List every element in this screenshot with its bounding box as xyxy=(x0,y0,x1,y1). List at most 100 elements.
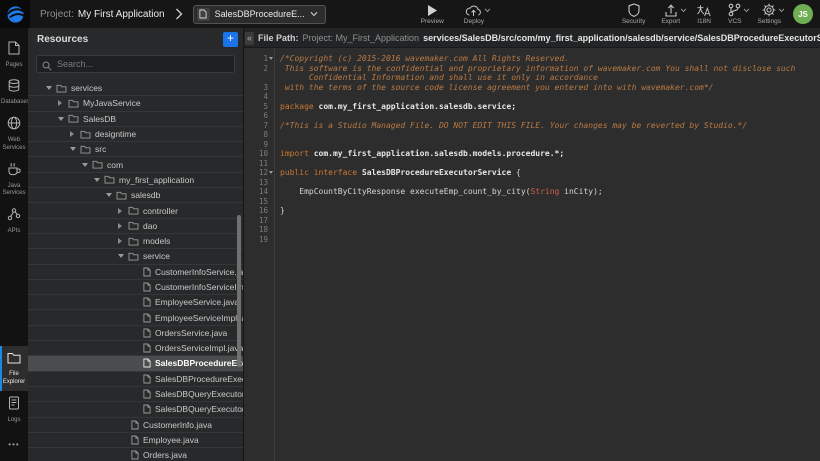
collapse-panel-button[interactable]: « xyxy=(245,32,254,45)
code-line[interactable]: 2 This software is the confidential and … xyxy=(244,64,820,74)
folder-icon xyxy=(128,237,139,246)
project-label: Project: xyxy=(40,9,74,20)
code-line[interactable]: 6 xyxy=(244,111,820,121)
fold-arrow-icon[interactable] xyxy=(269,171,273,174)
action-label: Preview xyxy=(421,18,444,25)
line-number: 13 xyxy=(244,178,268,188)
folder-icon xyxy=(80,145,91,154)
code-line[interactable]: 12public interface SalesDBProcedureExecu… xyxy=(244,168,820,178)
tree-item-ordersserviceimpl-java[interactable]: OrdersServiceImpl.java xyxy=(28,341,243,356)
code-line[interactable]: 19 xyxy=(244,235,820,245)
code-area[interactable]: 1/*Copyright (c) 2015-2016 wavemaker.com… xyxy=(244,48,820,461)
tree-item-label: my_first_application xyxy=(119,175,194,185)
code-line[interactable]: 8 xyxy=(244,130,820,140)
sidebar-item-apis[interactable]: APIs xyxy=(0,202,28,240)
tree-item-employeeserviceimpl-java[interactable]: EmployeeServiceImpl.java xyxy=(28,310,243,325)
code-line[interactable]: 10import com.my_first_application.salesd… xyxy=(244,149,820,159)
tree-item-customerinfo-java[interactable]: CustomerInfo.java xyxy=(28,418,243,433)
sidebar-item-file-explorer[interactable]: File Explorer xyxy=(0,346,28,390)
tree-item-orders-java[interactable]: Orders.java xyxy=(28,448,243,461)
settings-button[interactable]: Settings xyxy=(758,3,782,25)
tree-item-salesdb[interactable]: salesdb xyxy=(28,188,243,203)
sidebar-item-web-services[interactable]: Web Services xyxy=(0,111,28,156)
code-line[interactable]: 1/*Copyright (c) 2015-2016 wavemaker.com… xyxy=(244,54,820,64)
line-number: 4 xyxy=(244,92,268,102)
i18n-button[interactable]: I18N xyxy=(696,3,712,25)
code-line[interactable]: 4 xyxy=(244,92,820,102)
folder-icon xyxy=(92,160,103,169)
tree-item-controller[interactable]: controller xyxy=(28,203,243,218)
code-line[interactable]: 9 xyxy=(244,140,820,150)
topbar-actions-left: Preview Deploy xyxy=(421,3,484,25)
user-avatar[interactable]: JS xyxy=(793,4,813,24)
sidebar-item-logs[interactable]: Logs xyxy=(0,391,28,429)
tree-item-salesdb[interactable]: SalesDB xyxy=(28,112,243,127)
line-number: 14 xyxy=(244,187,268,197)
code-line[interactable]: Confidential Information and shall use i… xyxy=(244,73,820,83)
tree-scrollbar[interactable] xyxy=(237,215,241,367)
code-line[interactable]: 18 xyxy=(244,225,820,235)
tree-item-com[interactable]: com xyxy=(28,157,243,172)
sidebar-item-databases[interactable]: Databases xyxy=(0,74,28,111)
fold-arrow-icon[interactable] xyxy=(269,57,273,60)
code-line[interactable]: 11 xyxy=(244,159,820,169)
tree-item-employeeservice-java[interactable]: EmployeeService.java xyxy=(28,295,243,310)
expand-arrow-icon[interactable] xyxy=(118,238,128,244)
wavemaker-logo[interactable] xyxy=(0,0,30,28)
collapse-arrow-icon[interactable] xyxy=(118,254,128,258)
tree-item-ordersservice-java[interactable]: OrdersService.java xyxy=(28,326,243,341)
tree-item-employee-java[interactable]: Employee.java xyxy=(28,433,243,448)
code-line[interactable]: 13 xyxy=(244,178,820,188)
tree-item-salesdbprocedureexecutorservice-java[interactable]: SalesDBProcedureExecutorService.java xyxy=(28,356,243,371)
expand-arrow-icon[interactable] xyxy=(70,131,80,137)
left-sidebar: PagesDatabasesWeb ServicesJava ServicesA… xyxy=(0,28,28,461)
expand-arrow-icon[interactable] xyxy=(58,100,68,106)
code-line[interactable]: 3 with the terms of the source code lice… xyxy=(244,83,820,93)
sidebar-item-pages[interactable]: Pages xyxy=(0,36,28,74)
code-line[interactable]: 5package com.my_first_application.salesd… xyxy=(244,102,820,112)
file-icon xyxy=(143,313,151,323)
deploy-button[interactable]: Deploy xyxy=(464,3,484,25)
code-line[interactable]: 7/*This is a Studio Managed File. DO NOT… xyxy=(244,121,820,131)
tree-item-my-first-application[interactable]: my_first_application xyxy=(28,173,243,188)
code-line[interactable]: 14 EmpCountByCityResponse executeEmp_cou… xyxy=(244,187,820,197)
tree-item-designtime[interactable]: designtime xyxy=(28,127,243,142)
collapse-arrow-icon[interactable] xyxy=(70,147,80,151)
code-line[interactable]: 16} xyxy=(244,206,820,216)
line-number: 10 xyxy=(244,149,268,159)
add-resource-button[interactable]: + xyxy=(223,32,238,47)
chevron-down-icon xyxy=(310,11,318,17)
tree-item-label: EmployeeService.java xyxy=(155,297,239,307)
collapse-arrow-icon[interactable] xyxy=(46,86,56,90)
tree-item-src[interactable]: src xyxy=(28,142,243,157)
tree-item-salesdbqueryexecutorservice-java[interactable]: SalesDBQueryExecutorService.java xyxy=(28,387,243,402)
line-number: 12 xyxy=(244,168,268,178)
tree-item-service[interactable]: service xyxy=(28,249,243,264)
tree-item-models[interactable]: models xyxy=(28,234,243,249)
sidebar-item-java-services[interactable]: Java Services xyxy=(0,157,28,202)
tree-item-myjavaservice[interactable]: MyJavaService xyxy=(28,96,243,111)
tree-item-salesdbqueryexecutorserviceimpl-java[interactable]: SalesDBQueryExecutorServiceImpl.java xyxy=(28,402,243,417)
tree-item-customerinfoservice-java[interactable]: CustomerInfoService.java xyxy=(28,265,243,280)
search-input[interactable] xyxy=(36,55,235,73)
collapse-arrow-icon[interactable] xyxy=(82,163,92,167)
code-line[interactable]: 15 xyxy=(244,197,820,207)
tree-item-salesdbprocedureexecutorserviceimpl-java[interactable]: SalesDBProcedureExecutorServiceImpl.java xyxy=(28,372,243,387)
expand-arrow-icon[interactable] xyxy=(118,208,128,214)
code-line[interactable]: 17 xyxy=(244,216,820,226)
export-button[interactable]: Export xyxy=(661,3,680,25)
tree-item-services[interactable]: services xyxy=(28,81,243,96)
file-icon xyxy=(131,450,139,460)
tree-item-dao[interactable]: dao xyxy=(28,219,243,234)
vcs-button[interactable]: VCS xyxy=(728,3,741,25)
expand-arrow-icon[interactable] xyxy=(118,223,128,229)
collapse-arrow-icon[interactable] xyxy=(58,117,68,121)
collapse-arrow-icon[interactable] xyxy=(94,178,104,182)
sidebar-item-item[interactable]: ••• xyxy=(0,429,28,457)
security-button[interactable]: Security xyxy=(622,3,645,25)
file-icon xyxy=(143,267,151,277)
open-file-tab[interactable]: SalesDBProcedureE... xyxy=(193,5,326,24)
tree-item-customerinfoserviceimpl-java[interactable]: CustomerInfoServiceImpl.java xyxy=(28,280,243,295)
preview-button[interactable]: Preview xyxy=(421,3,444,25)
collapse-arrow-icon[interactable] xyxy=(106,193,116,197)
